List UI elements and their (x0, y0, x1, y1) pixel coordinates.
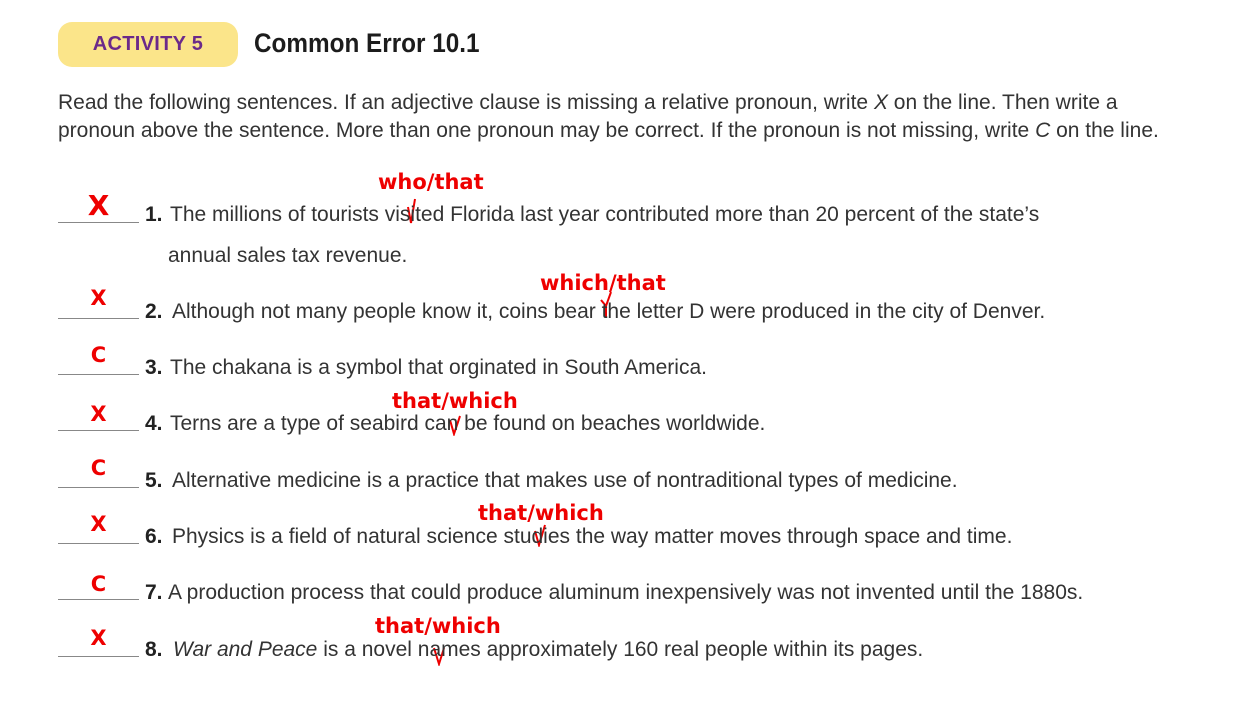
instructions-text-3: on the line. (1050, 119, 1159, 142)
inserted-pronoun-6: that/which (478, 501, 604, 525)
answer-mark-6: X (90, 512, 107, 536)
answer-mark-2: X (90, 286, 107, 310)
inserted-pronoun-8: that/which (375, 614, 501, 638)
answer-blank-1[interactable] (58, 222, 139, 223)
answer-blank-4[interactable] (58, 430, 139, 431)
exercise-sentence-1-continued: annual sales tax revenue. (168, 244, 408, 267)
exercise-number-8: 8. (145, 638, 163, 661)
answer-mark-5: C (90, 456, 107, 480)
exercise-number-3: 3. (145, 356, 163, 379)
exercise-number-1: 1. (145, 203, 163, 226)
instructions-x-mark: X (873, 91, 888, 114)
instructions: Read the following sentences. If an adje… (58, 89, 1178, 145)
answer-blank-8[interactable] (58, 656, 139, 657)
instructions-text-1: Read the following sentences. If an adje… (58, 91, 874, 114)
answer-mark-4: X (58, 402, 139, 426)
answer-blank-3[interactable] (58, 374, 139, 375)
exercise-number-2: 2. (145, 300, 163, 323)
answer-mark-3: C (90, 343, 107, 367)
instructions-c-mark: C (1035, 119, 1051, 142)
answer-blank-7[interactable] (58, 599, 139, 600)
exercise-sentence-4: Terns are a type of seabird can be found… (170, 412, 766, 435)
exercise-sentence-8-text: is a novel names approximately 160 real … (317, 638, 924, 661)
activity-badge: ACTIVITY 5 (58, 22, 238, 67)
book-title: War and Peace (173, 638, 318, 661)
inserted-pronoun-4: that/which (392, 389, 518, 413)
exercise-sentence-6: Physics is a field of natural science st… (172, 525, 1013, 548)
exercise-sentence-7: A production process that could produce … (168, 581, 1084, 604)
exercise-sentence-1: The millions of tourists visited Florida… (170, 203, 1040, 226)
exercise-number-6: 6. (145, 525, 163, 548)
exercise-sentence-5: Alternative medicine is a practice that … (172, 469, 958, 492)
exercise-sentence-3: The chakana is a symbol that orginated i… (170, 356, 707, 379)
answer-blank-6[interactable] (58, 543, 139, 544)
exercise-number-7: 7. (145, 581, 163, 604)
answer-mark-7: C (58, 572, 139, 596)
exercise-number-5: 5. (145, 469, 163, 492)
answer-mark-1: X (87, 189, 110, 222)
exercise-sentence-8: War and Peace is a novel names approxima… (173, 638, 923, 662)
activity-label: ACTIVITY 5 (92, 33, 204, 55)
answer-blank-2[interactable] (58, 318, 139, 319)
answer-mark-8: X (58, 626, 139, 650)
exercise-sentence-2: Although not many people know it, coins … (172, 300, 1046, 323)
answer-blank-5[interactable] (58, 487, 139, 488)
exercise-number-4: 4. (145, 412, 163, 435)
inserted-pronoun-1: who/that (378, 170, 484, 194)
page-title: Common Error 10.1 (254, 28, 480, 58)
